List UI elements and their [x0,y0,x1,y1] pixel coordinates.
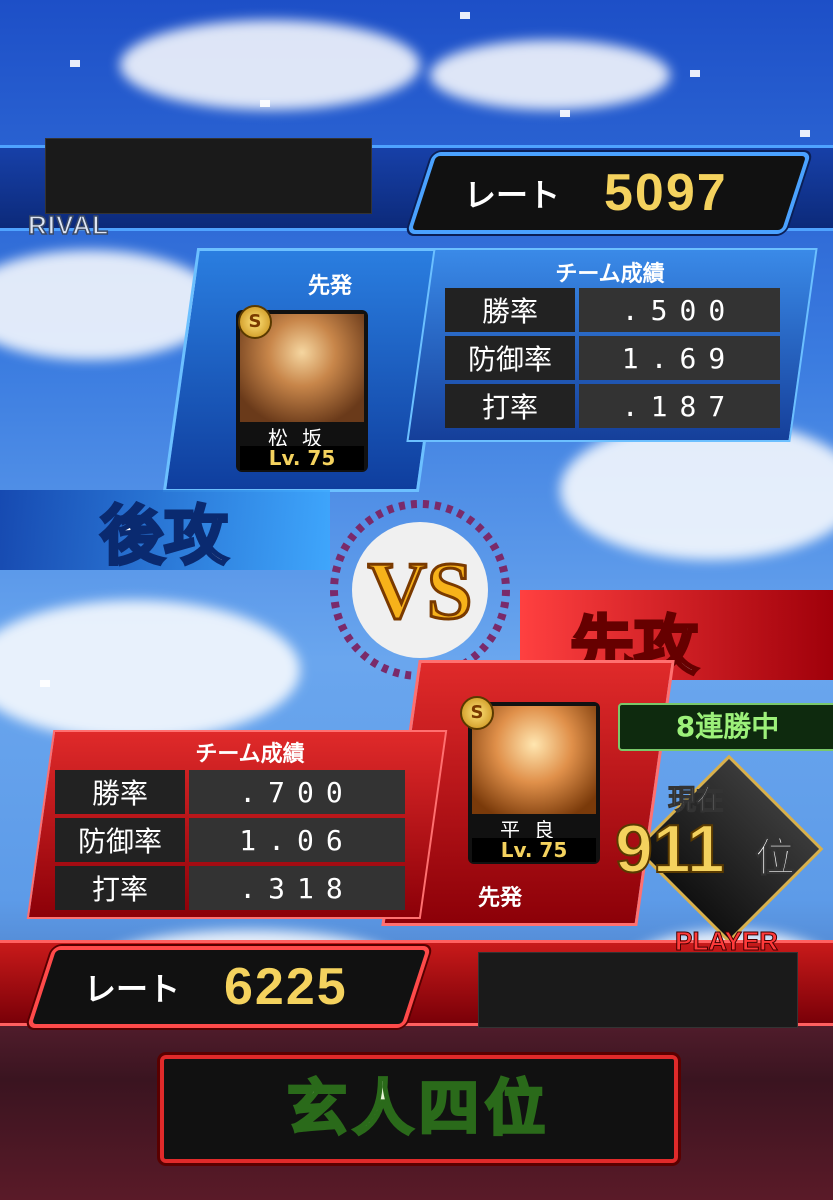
rival-player-level: Lv. 75 [240,446,364,470]
rival-stat-label: 防御率 [445,336,575,380]
rival-rarity-badge: S [238,305,272,339]
rival-pitcher-role: 先発 [307,274,352,299]
rival-name-redacted [45,138,372,214]
player-stat-value: 1.06 [189,818,405,862]
player-player-card[interactable]: 平良 Lv. 75 [468,702,600,864]
player-stat-value: .700 [189,770,405,814]
rival-rate-value: 5097 [604,164,728,222]
rival-stat-value: .187 [579,384,780,428]
player-player-name: 平良 [472,814,596,842]
player-stat-row: 防御率 1.06 [55,818,405,862]
win-streak-badge: 8連勝中 [618,703,833,751]
player-stat-label: 打率 [55,866,185,910]
rival-player-name: 松坂 [240,422,364,450]
rival-stats-table: 勝率 .500 防御率 1.69 打率 .187 [445,288,780,432]
rival-stat-value: 1.69 [579,336,780,380]
player-rate-box: レート 6225 [26,946,432,1028]
rival-rate-box: レート 5097 [406,152,812,234]
player-stats-table: 勝率 .700 防御率 1.06 打率 .318 [55,770,405,914]
player-rarity-badge: S [460,696,494,730]
player-name-redacted [478,952,798,1028]
rival-turn-label: 後攻 [99,498,230,576]
player-pitcher-role: 先発 [477,886,522,911]
rival-stat-label: 勝率 [445,288,575,332]
player-stat-row: 勝率 .700 [55,770,405,814]
vs-emblem: VS [330,500,510,680]
player-team-stats-title: チーム成績 [195,742,305,767]
rival-rate-label: レート [464,176,561,214]
rank-number: 911 [614,810,726,888]
rival-team-stats-title: チーム成績 [555,262,665,287]
rank-title: 玄人四位 [286,1073,551,1146]
player-rate-label: レート [84,970,181,1008]
rival-stat-row: 打率 .187 [445,384,780,428]
rank-suffix: 位 [755,835,796,882]
player-stat-row: 打率 .318 [55,866,405,910]
rival-stat-row: 勝率 .500 [445,288,780,332]
player-stat-value: .318 [189,866,405,910]
rival-stat-value: .500 [579,288,780,332]
rival-stat-row: 防御率 1.69 [445,336,780,380]
rival-stat-label: 打率 [445,384,575,428]
player-player-level: Lv. 75 [472,838,596,862]
player-stat-label: 勝率 [55,770,185,814]
vs-text: VS [368,545,473,636]
player-stat-label: 防御率 [55,818,185,862]
rival-tag: RIVAL [27,209,110,241]
player-rate-value: 6225 [224,958,348,1016]
